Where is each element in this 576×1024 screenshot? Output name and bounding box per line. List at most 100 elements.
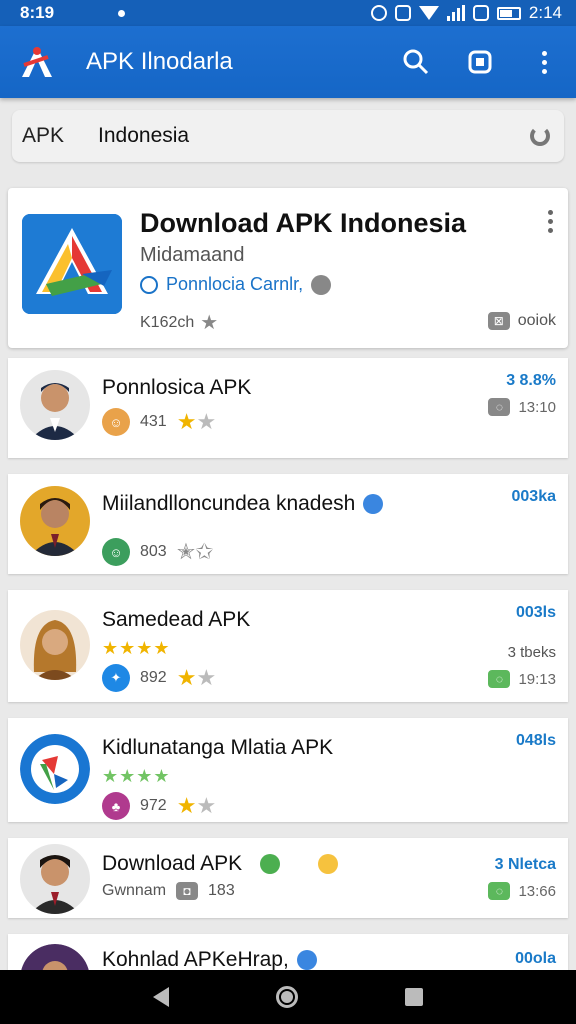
list-item[interactable]: Samedead APK ★★★★ ✦ 892 ★★ 003ls 3 tbeks… (8, 590, 568, 702)
item-name-text: Kohnlad APKeHrap, (102, 948, 289, 971)
featured-app-card[interactable]: Download APK Indonesia Midamaand Ponnloc… (8, 188, 568, 348)
status-icons: 2:14 (370, 3, 562, 23)
featured-open-button[interactable]: ⊠ ooiok (487, 312, 556, 330)
search-bar[interactable]: APK Indonesia (12, 110, 564, 162)
signal-icon (446, 5, 465, 21)
rating-stars: ★★★★ (102, 766, 171, 786)
app-bar: APK Ilnodarla (0, 26, 576, 98)
item-stat-time: 13:66 (518, 882, 556, 900)
avatar (20, 734, 90, 804)
verified-green-icon (260, 854, 281, 874)
clock-icon (311, 274, 332, 295)
item-name-text: Miilandlloncundea knadesh (102, 492, 356, 515)
featured-more-button[interactable] (548, 210, 554, 233)
search-prefix: APK (22, 124, 65, 147)
item-name: Samedead APK (102, 608, 251, 631)
item-name: Download APK (102, 852, 339, 876)
item-name-text: Download APK (102, 852, 243, 875)
avatar (20, 610, 90, 680)
item-meta-label: Gwnnam (102, 882, 167, 899)
battery-icon (496, 6, 521, 20)
item-stat-side: ◌ 19:13 (488, 670, 556, 688)
item-meta: Gwnnam ◘ 183 (102, 882, 235, 900)
item-stat-side: ◌ 13:10 (488, 398, 556, 416)
item-stat-top: 003ka (511, 488, 557, 505)
camera-icon: ◘ (176, 882, 199, 900)
rating-stars: ★★★★ (102, 638, 171, 658)
wifi-icon (418, 6, 439, 20)
avatar (20, 486, 90, 556)
item-meta: ✦ 892 ★★ (102, 664, 216, 692)
featured-developer[interactable]: Ponnlocia Carnlr, (140, 274, 332, 295)
avatar (20, 370, 90, 440)
image-icon: ⊠ (487, 312, 510, 330)
app-logo-icon[interactable] (18, 43, 56, 81)
developer-avatar-icon: ☺ (102, 538, 130, 566)
item-meta-count: 431 (140, 413, 167, 430)
developer-avatar-icon: ☺ (102, 408, 130, 436)
home-icon[interactable] (275, 986, 298, 1008)
notification-dot (118, 9, 126, 17)
star-icon: ★ (200, 312, 219, 334)
developer-avatar-icon: ♣ (102, 792, 130, 820)
loading-spinner-icon (530, 126, 550, 146)
item-meta: ♣ 972 ★★ (102, 792, 216, 820)
featured-app-icon (22, 214, 122, 314)
search-button[interactable] (402, 48, 430, 76)
app-list: Ponnlosica APK ☺ 431 ★★ 3 8.8% ◌ 13:10 M… (8, 358, 568, 1014)
status-bar: 8:19 2:14 (0, 0, 576, 26)
rating-stars-small: ★★ (176, 665, 217, 690)
item-stat-top: 048ls (515, 732, 556, 749)
featured-size-label: K162ch (140, 313, 195, 331)
vibrate-icon (394, 5, 411, 21)
search-input[interactable]: Indonesia (98, 124, 189, 148)
app-title: APK Ilnodarla (86, 48, 233, 75)
search-icon (403, 49, 429, 75)
system-nav-bar (0, 970, 576, 1024)
featured-title: Download APK Indonesia (140, 208, 467, 238)
item-meta-count: 972 (140, 797, 167, 814)
item-stat-top: 003ls (515, 604, 556, 621)
item-name: Kidlunatanga Mlatia APK (102, 736, 334, 759)
item-stat-top: 00ola (515, 950, 556, 967)
item-name: Miilandlloncundea knadesh (102, 492, 384, 516)
item-stat-side: ◌ 13:66 (488, 882, 556, 900)
app-actions (402, 48, 558, 76)
item-stat-top: 3 8.8% (506, 372, 556, 389)
developer-icon (140, 275, 158, 294)
chat-icon: ◌ (488, 882, 511, 900)
recents-icon[interactable] (404, 988, 423, 1006)
item-name: Kohnlad APKeHrap, (102, 948, 317, 972)
featured-size: K162ch ★ (140, 310, 218, 335)
chat-icon: ◌ (488, 670, 511, 688)
emoji-icon (318, 854, 339, 874)
verified-icon (363, 494, 384, 514)
item-stat-top: 3 Nletca (494, 856, 556, 873)
item-name: Ponnlosica APK (102, 376, 252, 399)
list-item[interactable]: Download APK Gwnnam ◘ 183 3 Nletca ◌ 13:… (8, 838, 568, 918)
item-meta: ☺ 803 ✭✩ (102, 538, 214, 566)
featured-action-label: ooiok (517, 312, 556, 329)
item-meta-count: 803 (140, 543, 167, 560)
avatar (20, 844, 90, 914)
status-time: 8:19 (20, 3, 55, 22)
developer-label: Ponnlocia Carnlr, (166, 274, 304, 294)
back-icon[interactable] (153, 987, 170, 1007)
data-icon (472, 5, 489, 21)
verified-icon (296, 950, 317, 970)
item-meta-count: 183 (208, 882, 235, 899)
list-item[interactable]: Ponnlosica APK ☺ 431 ★★ 3 8.8% ◌ 13:10 (8, 358, 568, 458)
list-item[interactable]: Miilandlloncundea knadesh ☺ 803 ✭✩ 003ka (8, 474, 568, 574)
rating-stars: ✭✩ (176, 539, 214, 564)
item-stat-time: 19:13 (518, 670, 556, 688)
overflow-menu-button[interactable] (530, 48, 558, 76)
scan-button[interactable] (466, 48, 494, 76)
list-item[interactable]: Kidlunatanga Mlatia APK ★★★★ ♣ 972 ★★ 04… (8, 718, 568, 822)
item-meta-count: 892 (140, 669, 167, 686)
item-stat-time: 13:10 (518, 398, 556, 416)
rating-stars-small: ★★ (176, 793, 217, 818)
scan-icon (468, 50, 492, 74)
twitter-icon: ✦ (102, 664, 130, 692)
alarm-icon (370, 5, 387, 21)
status-clock: 2:14 (528, 3, 562, 22)
